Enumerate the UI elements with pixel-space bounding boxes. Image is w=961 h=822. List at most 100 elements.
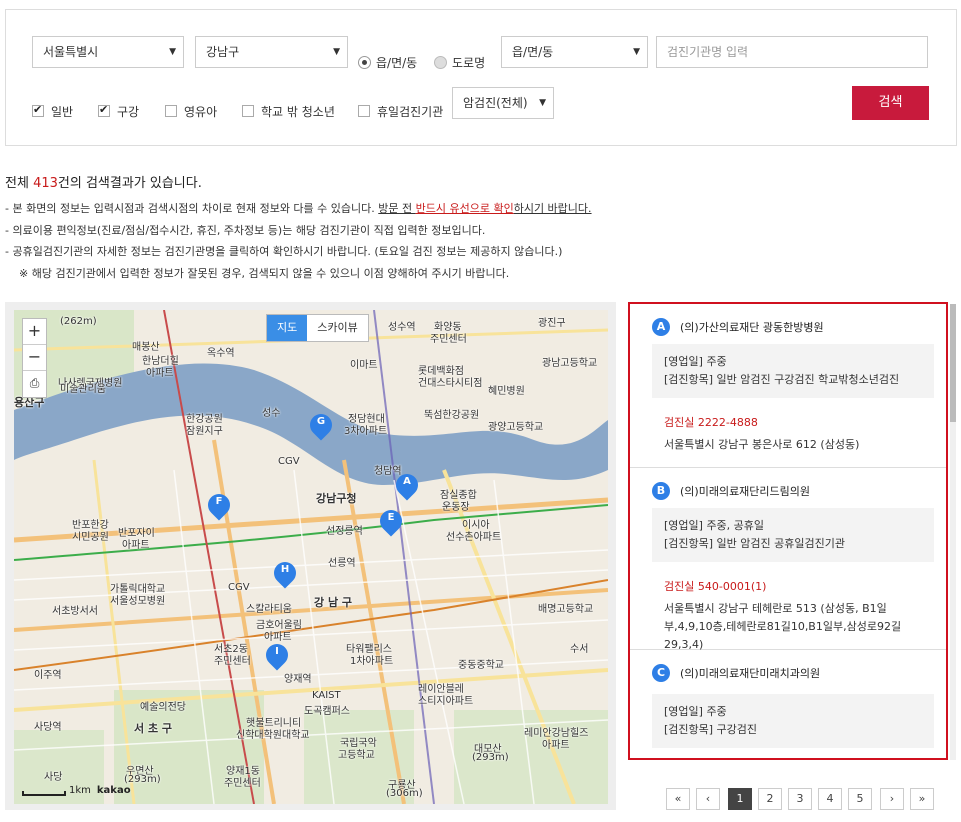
radio-road[interactable]: 도로명 bbox=[434, 54, 485, 70]
last-page-button[interactable]: » bbox=[910, 788, 934, 810]
map-label: CGV bbox=[278, 456, 300, 467]
map-label: 고등학교 bbox=[338, 750, 375, 761]
next-page-button[interactable]: › bbox=[880, 788, 904, 810]
institution-name-input[interactable]: 검진기관명 입력 bbox=[656, 36, 928, 68]
marker-badge: C bbox=[652, 664, 670, 682]
pin-letter: H bbox=[280, 564, 290, 575]
map-label: 배명고등학교 bbox=[538, 604, 594, 615]
map-label: (293m) bbox=[472, 752, 509, 763]
map-pin-a[interactable]: A bbox=[391, 469, 423, 504]
list-item-header[interactable]: B (의)미래의료재단리드림의원 bbox=[652, 482, 810, 500]
map-label: 강 남 구 bbox=[314, 596, 353, 609]
map-label: 서 초 구 bbox=[134, 722, 173, 735]
check-oral[interactable]: 구강 bbox=[98, 103, 139, 119]
check-infant[interactable]: 영유아 bbox=[165, 103, 217, 119]
radio-unselected-icon bbox=[434, 55, 447, 69]
institution-name-placeholder: 검진기관명 입력 bbox=[667, 45, 749, 59]
map-label: 스칼라티움 bbox=[246, 604, 292, 615]
radio-dong-label: 읍/면/동 bbox=[376, 55, 418, 70]
map-label: 스티지아파트 bbox=[418, 696, 474, 707]
map-label: (262m) bbox=[60, 316, 97, 327]
result-count: 전체 413건의 검색결과가 있습니다. bbox=[5, 172, 202, 191]
list-item-header[interactable]: A (의)가산의료재단 광동한방병원 bbox=[652, 318, 824, 336]
dong-value: 읍/면/동 bbox=[512, 45, 554, 59]
list-item: A (의)가산의료재단 광동한방병원 [영업일] 주중 [검진항목] 일반 암검… bbox=[630, 304, 946, 468]
list-item: C (의)미래의료재단미래치과의원 [영업일] 주중 [검진항목] 구강검진 bbox=[630, 650, 946, 758]
notice-1-emphasis: 반드시 유선으로 확인 bbox=[415, 202, 514, 215]
map-label: 이마트 bbox=[350, 360, 378, 371]
map-label: 주민센터 bbox=[224, 778, 261, 789]
radio-selected-icon bbox=[358, 55, 371, 69]
map-label: 매봉산 bbox=[132, 342, 160, 353]
first-page-button[interactable]: « bbox=[666, 788, 690, 810]
map-pin-f[interactable]: F bbox=[203, 489, 235, 524]
map-label: 주민센터 bbox=[430, 334, 467, 345]
map-pin-h[interactable]: H bbox=[269, 557, 301, 592]
business-days: [영업일] 주중 bbox=[664, 355, 727, 368]
map-scale: 1km kakao bbox=[22, 785, 131, 796]
map-label: 광진구 bbox=[538, 318, 566, 329]
sigungu-value: 강남구 bbox=[206, 45, 240, 59]
map-label: 성수역 bbox=[388, 322, 416, 333]
check-out-of-school-label: 학교 밖 청소년 bbox=[261, 104, 335, 119]
map-label: 1차아파트 bbox=[350, 656, 394, 667]
pin-letter: G bbox=[316, 416, 326, 427]
radio-dong[interactable]: 읍/면/동 bbox=[358, 54, 417, 70]
pin-letter: I bbox=[275, 646, 279, 657]
sido-select[interactable]: 서울특별시 ▼ bbox=[32, 36, 184, 68]
map-pin-e[interactable]: E bbox=[375, 505, 407, 540]
pin-letter: A bbox=[403, 476, 411, 487]
check-out-of-school[interactable]: 학교 밖 청소년 bbox=[242, 103, 335, 119]
map-type-skyview-button[interactable]: 스카이뷰 bbox=[307, 315, 367, 341]
search-button[interactable]: 검색 bbox=[852, 86, 929, 120]
checkup-items: [검진항목] 일반 암검진 구강검진 학교밖청소년검진 bbox=[664, 373, 900, 386]
list-item-header[interactable]: C (의)미래의료재단미래치과의원 bbox=[652, 664, 820, 682]
dong-select[interactable]: 읍/면/동 ▼ bbox=[501, 36, 648, 68]
check-infant-label: 영유아 bbox=[184, 104, 218, 119]
address: 서울특별시 강남구 봉은사로 612 (삼성동) bbox=[664, 438, 860, 451]
map-label: 강남구청 bbox=[316, 492, 357, 505]
info-box: [영업일] 주중 [검진항목] 일반 암검진 구강검진 학교밖청소년검진 bbox=[652, 344, 934, 398]
map-label: 아파트 bbox=[264, 632, 292, 643]
chevron-down-icon: ▼ bbox=[333, 47, 340, 57]
print-icon[interactable]: ⎙ bbox=[23, 371, 46, 397]
checkbox-checked-icon bbox=[32, 103, 44, 117]
institution-name-link[interactable]: (의)가산의료재단 광동한방병원 bbox=[680, 319, 824, 335]
scrollbar-thumb[interactable] bbox=[950, 304, 956, 422]
zoom-in-button[interactable]: + bbox=[23, 319, 46, 345]
cancer-select[interactable]: 암검진(전체) ▼ bbox=[452, 87, 554, 119]
notice-3: - 공휴일검진기관의 자세한 정보는 검진기관명을 클릭하여 확인하시기 바랍니… bbox=[5, 245, 563, 258]
map-label: 사당 bbox=[44, 772, 63, 783]
sigungu-select[interactable]: 강남구 ▼ bbox=[195, 36, 348, 68]
map-label: KAIST bbox=[312, 690, 341, 701]
map-view[interactable]: (262m) 매봉산 한남더힐 아파트 옥수역 화양동 주민센터 성수역 광진구… bbox=[14, 310, 608, 804]
check-holiday[interactable]: 휴일검진기관 bbox=[358, 103, 443, 119]
checkbox-icon bbox=[242, 105, 254, 117]
map-label: 아파트 bbox=[146, 368, 174, 379]
phone-number: 검진실 2222-4888 bbox=[664, 416, 758, 429]
map-container: (262m) 매봉산 한남더힐 아파트 옥수역 화양동 주민센터 성수역 광진구… bbox=[5, 302, 616, 810]
map-type-map-button[interactable]: 지도 bbox=[267, 315, 308, 341]
notice-1-text: - 본 화면의 정보는 입력시점과 검색시점의 차이로 현재 정보와 다를 수 … bbox=[5, 202, 379, 215]
result-list-scrollbar[interactable] bbox=[950, 304, 956, 760]
scale-label: 1km bbox=[69, 785, 91, 796]
institution-name-link[interactable]: (의)미래의료재단리드림의원 bbox=[680, 483, 810, 499]
page-button[interactable]: 3 bbox=[788, 788, 812, 810]
map-pin-g[interactable]: G bbox=[305, 409, 337, 444]
checkup-items: [검진항목] 일반 암검진 공휴일검진기관 bbox=[664, 537, 845, 550]
page-button[interactable]: 5 bbox=[848, 788, 872, 810]
notice-1: - 본 화면의 정보는 입력시점과 검색시점의 차이로 현재 정보와 다를 수 … bbox=[5, 200, 592, 216]
page-button[interactable]: 4 bbox=[818, 788, 842, 810]
check-holiday-label: 휴일검진기관 bbox=[377, 104, 444, 119]
map-label: 선수촌아파트 bbox=[446, 532, 502, 543]
page-button[interactable]: 1 bbox=[728, 788, 752, 810]
page-button[interactable]: 2 bbox=[758, 788, 782, 810]
map-label: 서울성모병원 bbox=[110, 596, 166, 607]
notice-1-tail: 하시기 바랍니다. bbox=[513, 202, 592, 215]
map-pin-i[interactable]: I bbox=[261, 639, 293, 674]
institution-name-link[interactable]: (의)미래의료재단미래치과의원 bbox=[680, 665, 820, 681]
zoom-out-button[interactable]: − bbox=[23, 345, 46, 371]
check-general[interactable]: 일반 bbox=[32, 103, 73, 119]
checkbox-checked-icon bbox=[98, 103, 110, 117]
prev-page-button[interactable]: ‹ bbox=[696, 788, 720, 810]
